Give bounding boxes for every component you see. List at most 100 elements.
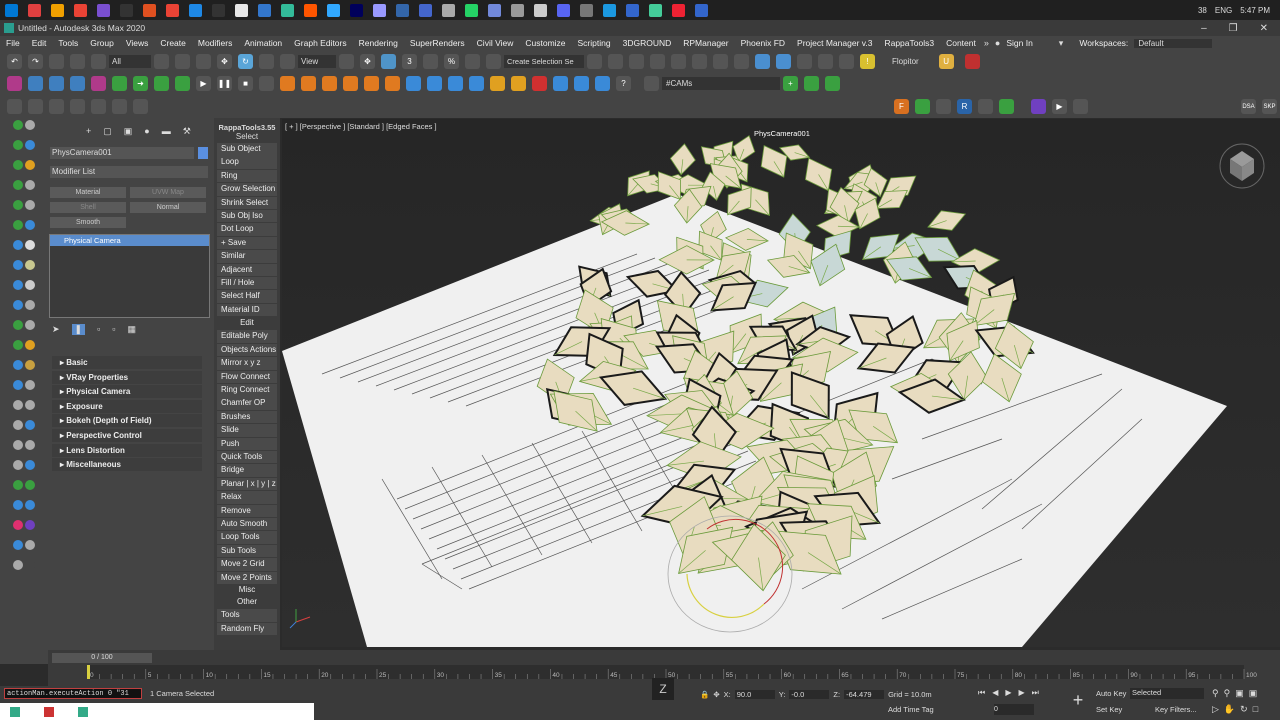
rappa-sub-tools-button[interactable]: Sub Tools — [217, 544, 277, 558]
gear-icon[interactable] — [112, 99, 127, 114]
rappa-dot-loop-button[interactable]: Dot Loop — [217, 223, 277, 236]
undo-icon[interactable]: ↶ — [7, 54, 22, 69]
list-icon[interactable] — [644, 76, 659, 91]
play-animation-icon[interactable]: ▶ — [1005, 688, 1011, 698]
menu-animation[interactable]: Animation — [238, 38, 288, 48]
taskbar-app-15-icon[interactable] — [350, 3, 363, 17]
current-frame-marker[interactable] — [87, 665, 90, 679]
workspace-select[interactable]: Default — [1134, 38, 1213, 48]
vray-fur-icon[interactable] — [595, 76, 610, 91]
maxscript-listener[interactable]: actionMan.executeAction 0 "31 — [4, 688, 142, 699]
tab-utilities-icon[interactable]: ⚒ — [183, 126, 191, 137]
character-icon[interactable] — [70, 99, 85, 114]
zoom-extents-icon[interactable]: ▣ — [1235, 688, 1244, 699]
bind-space-warp-icon[interactable] — [91, 54, 106, 69]
lights-icon[interactable] — [13, 140, 23, 150]
water-source-icon[interactable] — [406, 76, 421, 91]
particles-icon[interactable] — [13, 520, 23, 530]
link-icon[interactable] — [49, 54, 64, 69]
tab-create-icon[interactable]: + — [86, 126, 91, 137]
add-time-tag[interactable]: Add Time Tag — [888, 705, 934, 714]
menu-create[interactable]: Create — [154, 38, 192, 48]
menu-views[interactable]: Views — [120, 38, 155, 48]
stop-icon[interactable]: ■ — [238, 76, 253, 91]
plant-icon[interactable] — [25, 480, 35, 490]
layer-explorer-icon[interactable] — [650, 54, 665, 69]
rappa-save-button[interactable]: + Save — [217, 236, 277, 250]
flopitor-label[interactable]: Flopitor — [892, 57, 919, 66]
taskbar-previews[interactable] — [0, 703, 314, 720]
blue-orb-icon[interactable] — [25, 500, 35, 510]
remove-modifier-icon[interactable]: ▫ — [112, 324, 115, 335]
preview-3-icon[interactable] — [78, 706, 88, 717]
teapot-icon[interactable] — [91, 76, 106, 91]
rollout-perspective-control[interactable]: ▸ Perspective Control — [52, 429, 202, 442]
rollout-lens-distortion[interactable]: ▸ Lens Distortion — [52, 443, 202, 457]
set-key-plus-icon[interactable]: + — [1068, 690, 1088, 710]
perspective-viewport[interactable]: [ + ] [Perspective ] [Standard ] [Edged … — [282, 119, 1280, 647]
taskbar-app-23-icon[interactable] — [534, 3, 547, 17]
rappa-relax-button[interactable]: Relax — [217, 491, 277, 504]
rappa-move-2-points-button[interactable]: Move 2 Points — [217, 571, 277, 584]
maximize-viewport-icon[interactable]: □ — [1253, 704, 1258, 715]
layers-icon[interactable] — [804, 76, 819, 91]
spacewarps-icon[interactable] — [13, 220, 23, 230]
select-manipulate-icon[interactable]: ✥ — [360, 54, 375, 69]
shapes-icon[interactable] — [13, 160, 23, 170]
taskbar-app-22-icon[interactable] — [511, 3, 524, 17]
orb-icon[interactable] — [25, 280, 35, 290]
systems-icon[interactable] — [13, 240, 23, 250]
material-button[interactable]: Material — [50, 187, 126, 198]
snaps-toggle-icon[interactable]: 3 — [402, 54, 417, 69]
box-helper-icon[interactable] — [154, 76, 169, 91]
taskbar-app-10-icon[interactable] — [235, 3, 248, 17]
bone-icon[interactable] — [91, 99, 106, 114]
fire-sim-icon[interactable] — [322, 76, 337, 91]
taskbar-app-13-icon[interactable] — [304, 3, 317, 17]
select-object-icon[interactable] — [154, 54, 169, 69]
zoom-icon[interactable]: ⚲ — [1212, 688, 1219, 699]
taskbar-app-8-icon[interactable] — [189, 3, 202, 17]
arrow-right-icon[interactable]: ➜ — [133, 76, 148, 91]
select-move-icon[interactable]: ✥ — [217, 54, 232, 69]
rappa-flow-connect-button[interactable]: Flow Connect — [217, 370, 277, 384]
rappa-fill-hole-button[interactable]: Fill / Hole — [217, 276, 277, 290]
rappa-bridge-button[interactable]: Bridge — [217, 464, 277, 477]
terrain-icon[interactable] — [13, 320, 23, 330]
rappa-chamfer-op-button[interactable]: Chamfer OP — [217, 397, 277, 410]
cylinder-tool-icon[interactable] — [13, 260, 23, 270]
display-icon[interactable] — [25, 140, 35, 150]
play-button-icon[interactable]: ▶ — [1052, 99, 1067, 114]
sun-icon[interactable] — [25, 160, 35, 170]
render-iterative-icon[interactable] — [818, 54, 833, 69]
menu-edit[interactable]: Edit — [26, 38, 53, 48]
torus-icon[interactable] — [70, 76, 85, 91]
make-unique-icon[interactable]: ▫ — [97, 324, 100, 335]
wand-icon[interactable] — [133, 99, 148, 114]
grid-tool-icon[interactable] — [13, 380, 23, 390]
taskbar-app-5-icon[interactable] — [120, 3, 133, 17]
pin-stack-icon[interactable]: ➤ — [52, 324, 60, 335]
select-scale-icon[interactable] — [259, 54, 274, 69]
tab-display-icon[interactable]: ▬ — [162, 126, 171, 137]
menu-civil-view[interactable]: Civil View — [471, 38, 520, 48]
vray-material-icon[interactable] — [553, 76, 568, 91]
menu-tools[interactable]: Tools — [52, 38, 84, 48]
mirror-tool-icon[interactable] — [25, 300, 35, 310]
menu-rappatools3[interactable]: RappaTools3 — [878, 38, 940, 48]
pen-icon[interactable] — [25, 440, 35, 450]
viewport-label-menu[interactable]: [ + ] [Perspective ] [Standard ] [Edged … — [285, 122, 437, 131]
menu-scripting[interactable]: Scripting — [572, 38, 617, 48]
tree-icon[interactable] — [915, 99, 930, 114]
brush-tool-icon[interactable] — [13, 440, 23, 450]
previous-frame-icon[interactable]: ◀ — [992, 688, 998, 698]
rappa-sub-obj-iso-button[interactable]: Sub Obj Iso — [217, 209, 277, 223]
foam-icon[interactable] — [469, 76, 484, 91]
vray-proxy-icon[interactable] — [574, 76, 589, 91]
rappa-similar-button[interactable]: Similar — [217, 250, 277, 263]
align-center-icon[interactable] — [49, 99, 64, 114]
menu-content[interactable]: Content — [940, 38, 982, 48]
menu-3dground[interactable]: 3DGROUND — [617, 38, 678, 48]
rappa-objects-actions-button[interactable]: Objects Actions — [217, 343, 277, 357]
fire-icon[interactable] — [280, 76, 295, 91]
